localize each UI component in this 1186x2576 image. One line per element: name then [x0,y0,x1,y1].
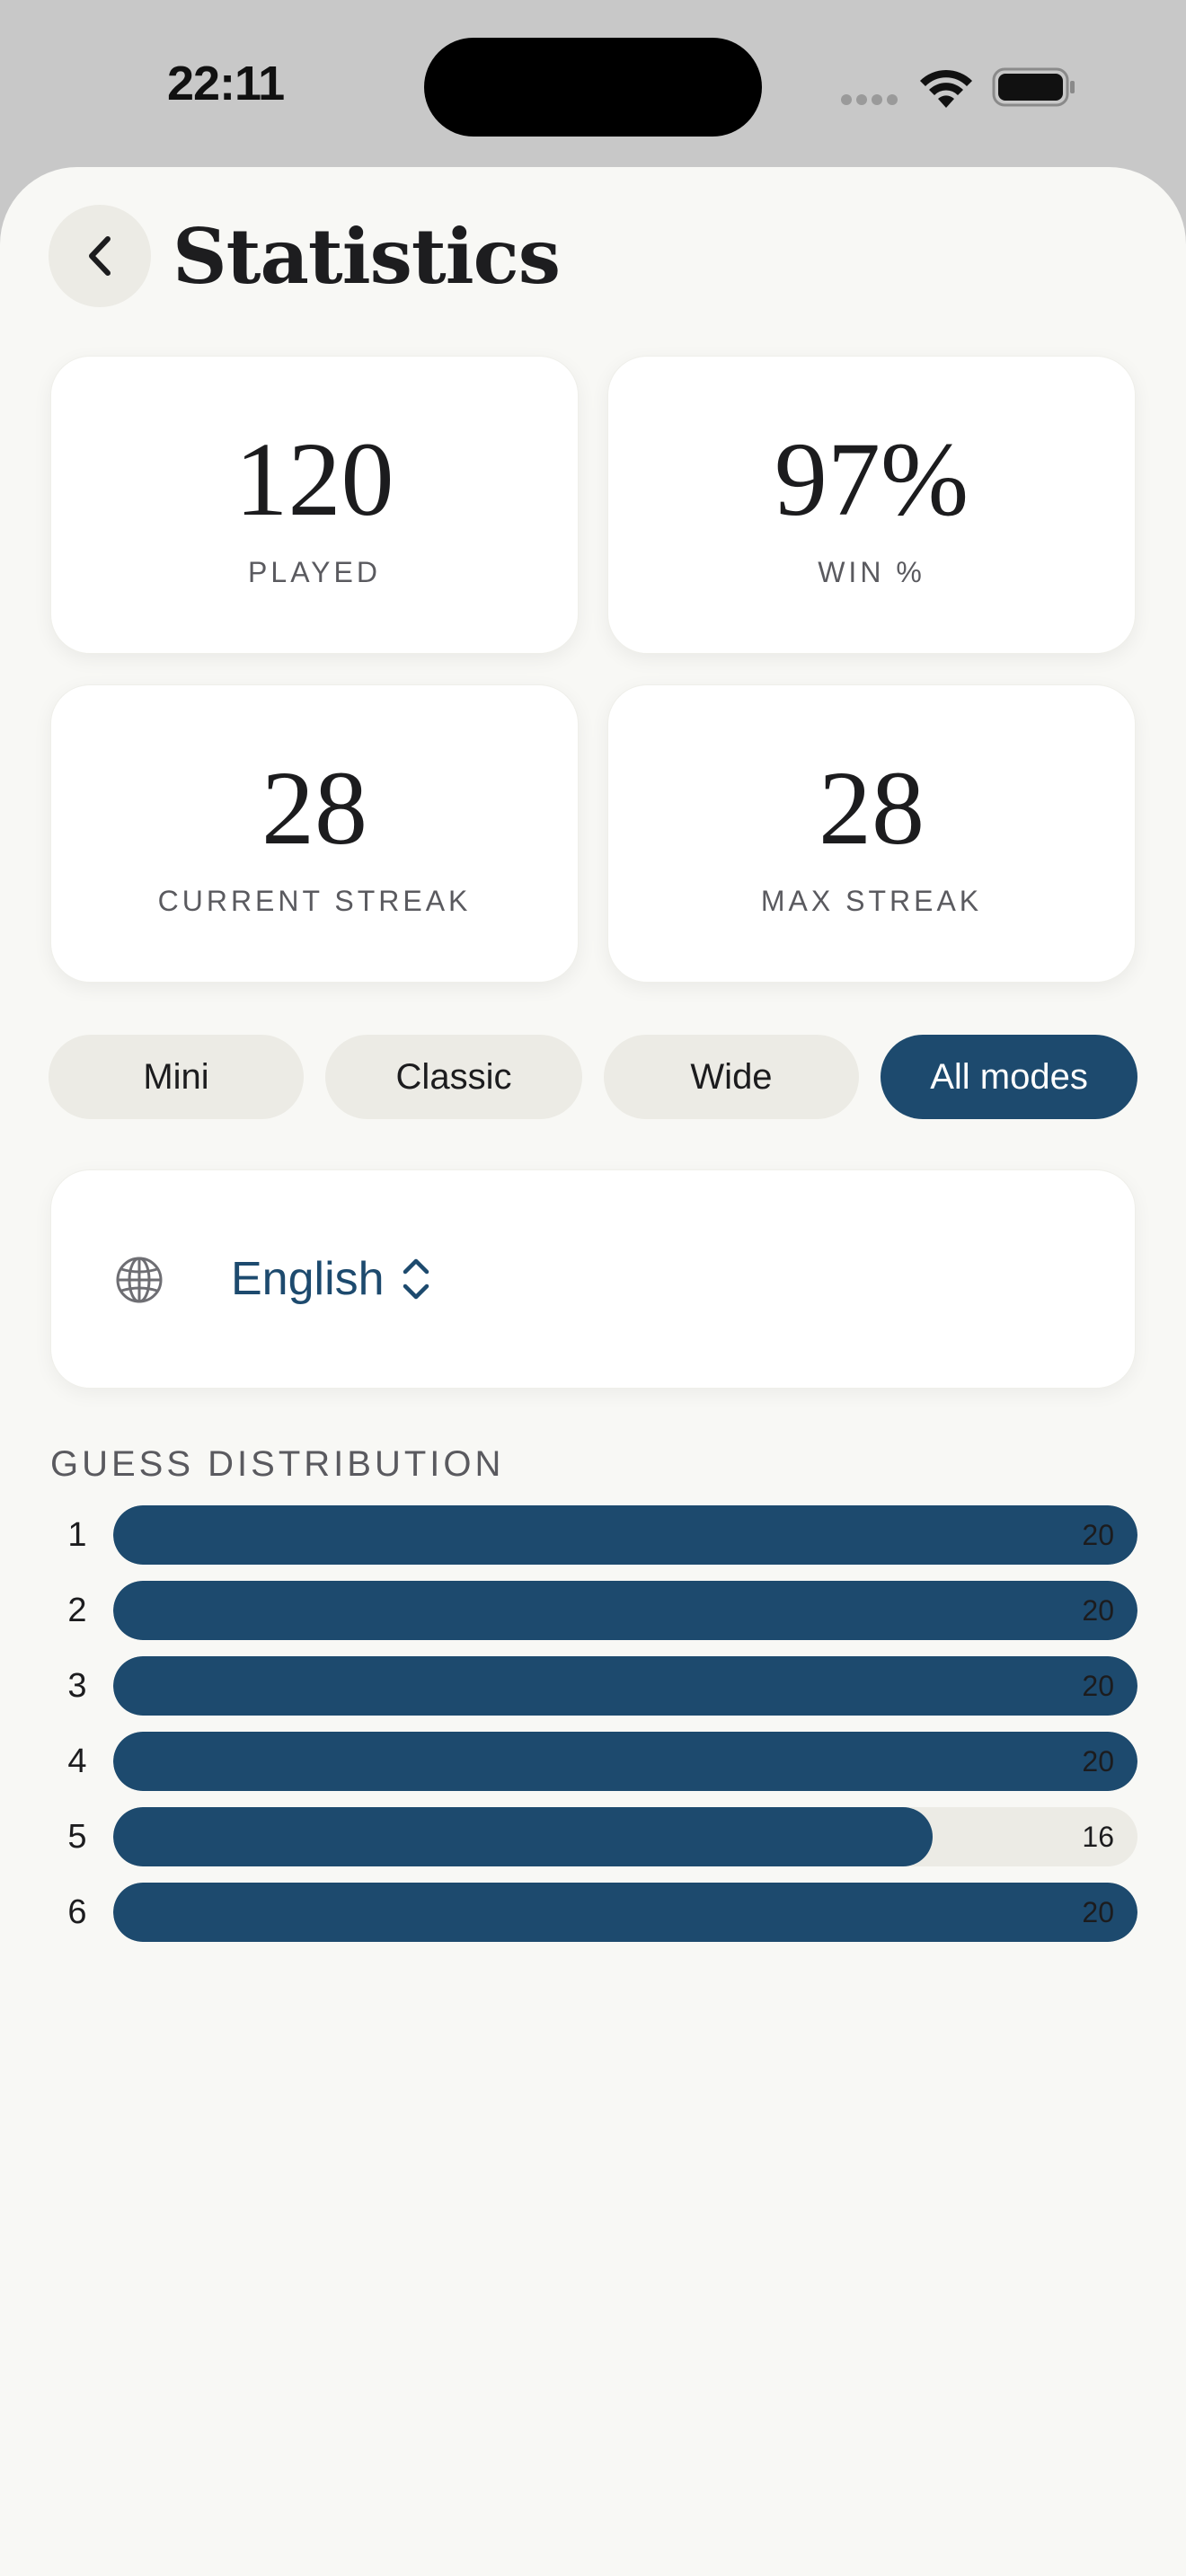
guess-distribution-heading: GUESS DISTRIBUTION [50,1444,505,1484]
language-select[interactable]: English [231,1248,431,1310]
chevron-updown-icon [403,1258,429,1300]
distribution-bar-track: 20 [113,1656,1137,1716]
mode-pill-mini[interactable]: Mini [49,1035,304,1119]
statistics-sheet: Statistics 120 PLAYED 97% WIN % 28 CURRE… [0,167,1186,2576]
distribution-row: 5 16 [50,1807,1137,1866]
distribution-count: 16 [1082,1821,1114,1853]
distribution-count: 20 [1082,1519,1114,1551]
distribution-bar-fill [113,1732,1137,1791]
mode-pill-all-modes[interactable]: All modes [881,1035,1137,1119]
distribution-guess-number: 5 [67,1818,87,1856]
mode-pill-wide[interactable]: Wide [604,1035,859,1119]
battery-icon [992,67,1075,107]
distribution-bar-fill [113,1807,933,1866]
wifi-icon [920,69,972,108]
distribution-bar-track: 20 [113,1732,1137,1791]
distribution-bar-fill [113,1581,1137,1640]
stat-value: 97% [774,420,969,538]
stat-card-win-percent: 97% WIN % [607,356,1136,654]
stat-card-max-streak: 28 MAX STREAK [607,684,1136,983]
distribution-row: 4 20 [50,1732,1137,1791]
distribution-bar-track: 16 [113,1807,1137,1866]
mode-pill-classic[interactable]: Classic [325,1035,582,1119]
distribution-guess-number: 6 [67,1893,87,1931]
distribution-guess-number: 1 [67,1516,87,1554]
stat-label: PLAYED [248,556,381,588]
stat-label: WIN % [818,556,925,588]
page-title: Statistics [173,212,561,301]
stat-label: CURRENT STREAK [157,885,472,917]
distribution-bar-fill [113,1656,1137,1716]
stat-label: MAX STREAK [760,885,983,917]
distribution-bar-track: 20 [113,1581,1137,1640]
stat-value: 28 [819,749,925,867]
distribution-row: 6 20 [50,1883,1137,1942]
stat-value: 28 [261,749,367,867]
distribution-count: 20 [1082,1670,1114,1702]
globe-icon [116,1257,163,1303]
distribution-row: 3 20 [50,1656,1137,1716]
distribution-guess-number: 3 [67,1667,87,1705]
stat-card-current-streak: 28 CURRENT STREAK [50,684,579,983]
chevron-left-icon [89,236,111,276]
distribution-guess-number: 4 [67,1742,87,1780]
distribution-row: 2 20 [50,1581,1137,1640]
status-bar: 22:11 [0,0,1186,167]
distribution-bar-fill [113,1883,1137,1942]
distribution-count: 20 [1082,1745,1114,1778]
language-value: English [231,1253,385,1305]
distribution-bar-fill [113,1505,1137,1565]
stat-card-played: 120 PLAYED [50,356,579,654]
stat-value: 120 [235,420,394,538]
distribution-bar-track: 20 [113,1883,1137,1942]
distribution-bar-track: 20 [113,1505,1137,1565]
cellular-signal-icon [841,93,904,106]
distribution-count: 20 [1082,1896,1114,1928]
status-time: 22:11 [167,57,285,110]
dynamic-island [424,38,762,137]
language-card: English [50,1169,1136,1389]
distribution-guess-number: 2 [67,1592,87,1629]
distribution-count: 20 [1082,1594,1114,1627]
back-button[interactable] [49,205,151,307]
distribution-row: 1 20 [50,1505,1137,1565]
